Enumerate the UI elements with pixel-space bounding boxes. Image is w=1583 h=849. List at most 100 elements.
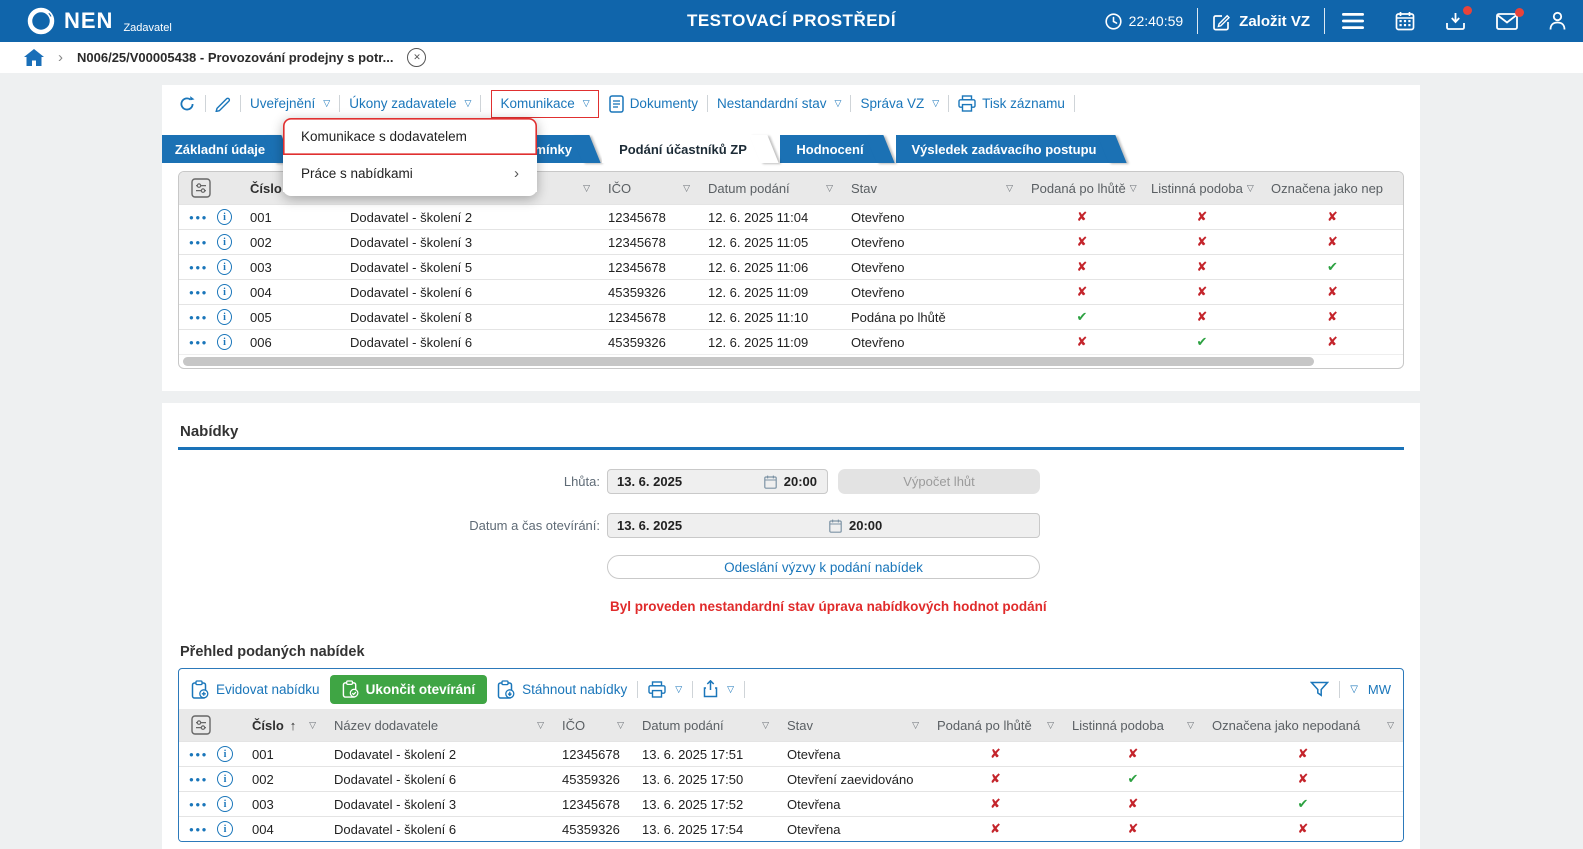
- table-row[interactable]: ●●●i 004 Dodavatel - školení 6 45359326 …: [179, 816, 1403, 841]
- brand[interactable]: NEN Zadavatel: [26, 6, 172, 36]
- info-icon[interactable]: i: [217, 771, 233, 787]
- menu-dokumenty[interactable]: Dokumenty: [609, 95, 698, 113]
- menu-ukony-zadavatele[interactable]: Úkony zadavatele▽: [349, 96, 471, 111]
- info-icon[interactable]: i: [217, 821, 233, 837]
- row-menu-icon[interactable]: ●●●: [189, 338, 208, 347]
- filter-icon[interactable]: ▽: [1247, 183, 1254, 194]
- col-stav[interactable]: Stav▽: [778, 709, 928, 741]
- col-oznacena-jako-nepodana[interactable]: Označena jako nepodaná▽: [1203, 709, 1403, 741]
- table-row[interactable]: ●●●i 006 Dodavatel - školení 6 45359326 …: [179, 329, 1403, 354]
- filter-icon[interactable]: ▽: [1187, 720, 1194, 731]
- ukoncit-otevirani-button[interactable]: Ukončit otevírání: [330, 675, 488, 704]
- view-chevron-icon[interactable]: ▽: [1350, 684, 1358, 695]
- col-listinna-podoba[interactable]: Listinná podoba▽: [1063, 709, 1203, 741]
- col-datum-podani[interactable]: Datum podání▽: [633, 709, 778, 741]
- info-icon[interactable]: i: [217, 309, 232, 325]
- col-cislo[interactable]: Číslo↑▽: [243, 709, 325, 741]
- menu-sprava-vz[interactable]: Správa VZ▽: [860, 96, 939, 111]
- filter-icon[interactable]: ▽: [912, 720, 919, 731]
- column-settings-icon[interactable]: [179, 709, 243, 741]
- col-ico[interactable]: IČO▽: [553, 709, 633, 741]
- export-button[interactable]: ▽: [703, 680, 734, 698]
- info-icon[interactable]: i: [217, 209, 232, 225]
- inbox-button[interactable]: [1443, 9, 1468, 33]
- col-podana-po-lhute[interactable]: Podaná po lhůtě▽: [1022, 172, 1142, 204]
- filter-funnel-icon[interactable]: [1310, 681, 1329, 698]
- row-menu-icon[interactable]: ●●●: [189, 313, 208, 322]
- filter-icon[interactable]: ▽: [617, 720, 624, 731]
- otevirani-time-value[interactable]: 20:00: [849, 518, 882, 533]
- table-row[interactable]: ●●●i 005 Dodavatel - školení 8 12345678 …: [179, 304, 1403, 329]
- row-menu-icon[interactable]: ●●●: [189, 263, 208, 272]
- menu-item-prace-s-nabidkami[interactable]: Práce s nabídkami›: [283, 155, 537, 192]
- row-menu-icon[interactable]: ●●●: [189, 750, 208, 759]
- horizontal-scrollbar[interactable]: [179, 354, 1403, 368]
- breadcrumb-record-title[interactable]: N006/25/V00005438 - Provozování prodejny…: [77, 50, 393, 65]
- calendar-button[interactable]: [1393, 9, 1417, 33]
- filter-icon[interactable]: ▽: [762, 720, 769, 731]
- col-listinna-podoba[interactable]: Listinná podoba▽: [1142, 172, 1262, 204]
- tab-vysledek[interactable]: Výsledek zadávacího postupu: [896, 135, 1112, 163]
- row-menu-icon[interactable]: ●●●: [189, 825, 208, 834]
- col-ico[interactable]: IČO▽: [599, 172, 699, 204]
- filter-icon[interactable]: ▽: [683, 183, 690, 194]
- info-icon[interactable]: i: [217, 259, 232, 275]
- main-menu-button[interactable]: [1339, 10, 1367, 32]
- calendar-small-icon[interactable]: [764, 475, 777, 489]
- edit-record-button[interactable]: [215, 95, 231, 112]
- menu-komunikace[interactable]: Komunikace▽: [500, 96, 589, 111]
- info-icon[interactable]: i: [217, 796, 233, 812]
- col-datum-podani[interactable]: Datum podání▽: [699, 172, 842, 204]
- messages-button[interactable]: [1494, 11, 1520, 32]
- print-list-button[interactable]: ▽: [648, 681, 682, 698]
- home-icon[interactable]: [24, 49, 44, 67]
- view-mw-toggle[interactable]: MW: [1368, 682, 1391, 697]
- column-settings-icon[interactable]: [179, 172, 241, 204]
- row-menu-icon[interactable]: ●●●: [189, 800, 208, 809]
- tab-hodnoceni[interactable]: Hodnocení: [780, 135, 880, 163]
- info-icon[interactable]: i: [217, 334, 232, 350]
- otevirani-date-value[interactable]: 13. 6. 2025: [617, 518, 767, 533]
- info-icon[interactable]: i: [217, 746, 233, 762]
- info-icon[interactable]: i: [217, 284, 232, 300]
- tab-podani-ucastniku-zp[interactable]: Podání účastníků ZP: [602, 135, 764, 163]
- filter-icon[interactable]: ▽: [583, 183, 590, 194]
- info-icon[interactable]: i: [217, 234, 232, 250]
- vypocet-lhut-button[interactable]: Výpočet lhůt: [838, 469, 1040, 494]
- filter-icon[interactable]: ▽: [826, 183, 833, 194]
- lhuta-date-value[interactable]: 13. 6. 2025: [617, 474, 764, 489]
- menu-item-komunikace-s-dodavatelem[interactable]: Komunikace s dodavatelem: [283, 118, 537, 155]
- evidovat-nabidku-button[interactable]: Evidovat nabídku: [191, 680, 320, 699]
- print-record-button[interactable]: Tisk záznamu: [958, 95, 1065, 112]
- lhuta-time-value[interactable]: 20:00: [784, 474, 817, 489]
- filter-icon[interactable]: ▽: [1387, 720, 1394, 731]
- col-stav[interactable]: Stav▽: [842, 172, 1022, 204]
- col-podana-po-lhute[interactable]: Podaná po lhůtě▽: [928, 709, 1063, 741]
- filter-icon[interactable]: ▽: [309, 720, 316, 731]
- stahnout-nabidky-button[interactable]: Stáhnout nabídky: [497, 680, 627, 699]
- refresh-button[interactable]: [178, 95, 196, 113]
- table-row[interactable]: ●●●i 002 Dodavatel - školení 6 45359326 …: [179, 766, 1403, 791]
- close-record-icon[interactable]: ✕: [407, 48, 426, 67]
- otevirani-datetime-field[interactable]: 13. 6. 2025 20:00: [607, 513, 1040, 538]
- row-menu-icon[interactable]: ●●●: [189, 775, 208, 784]
- filter-icon[interactable]: ▽: [1130, 183, 1137, 194]
- row-menu-icon[interactable]: ●●●: [189, 288, 208, 297]
- calendar-small-icon[interactable]: [829, 519, 842, 533]
- scrollbar-thumb[interactable]: [183, 357, 1314, 366]
- tab-zakladni-udaje[interactable]: Základní údaje: [162, 135, 278, 163]
- row-menu-icon[interactable]: ●●●: [189, 238, 208, 247]
- create-vz-button[interactable]: Založit VZ: [1212, 12, 1310, 31]
- table-row[interactable]: ●●●i 002 Dodavatel - školení 3 12345678 …: [179, 229, 1403, 254]
- menu-nestandardni-stav[interactable]: Nestandardní stav▽: [717, 96, 841, 111]
- lhuta-datetime-field[interactable]: 13. 6. 2025 20:00: [607, 469, 828, 494]
- user-button[interactable]: [1546, 9, 1569, 33]
- filter-icon[interactable]: ▽: [1047, 720, 1054, 731]
- table-row[interactable]: ●●●i 003 Dodavatel - školení 3 12345678 …: [179, 791, 1403, 816]
- send-invitation-button[interactable]: Odeslání výzvy k podání nabídek: [607, 555, 1040, 579]
- table-row[interactable]: ●●●i 003 Dodavatel - školení 5 12345678 …: [179, 254, 1403, 279]
- table-row[interactable]: ●●●i 004 Dodavatel - školení 6 45359326 …: [179, 279, 1403, 304]
- filter-icon[interactable]: ▽: [1006, 183, 1013, 194]
- table-row[interactable]: ●●●i 001 Dodavatel - školení 2 12345678 …: [179, 741, 1403, 766]
- filter-icon[interactable]: ▽: [537, 720, 544, 731]
